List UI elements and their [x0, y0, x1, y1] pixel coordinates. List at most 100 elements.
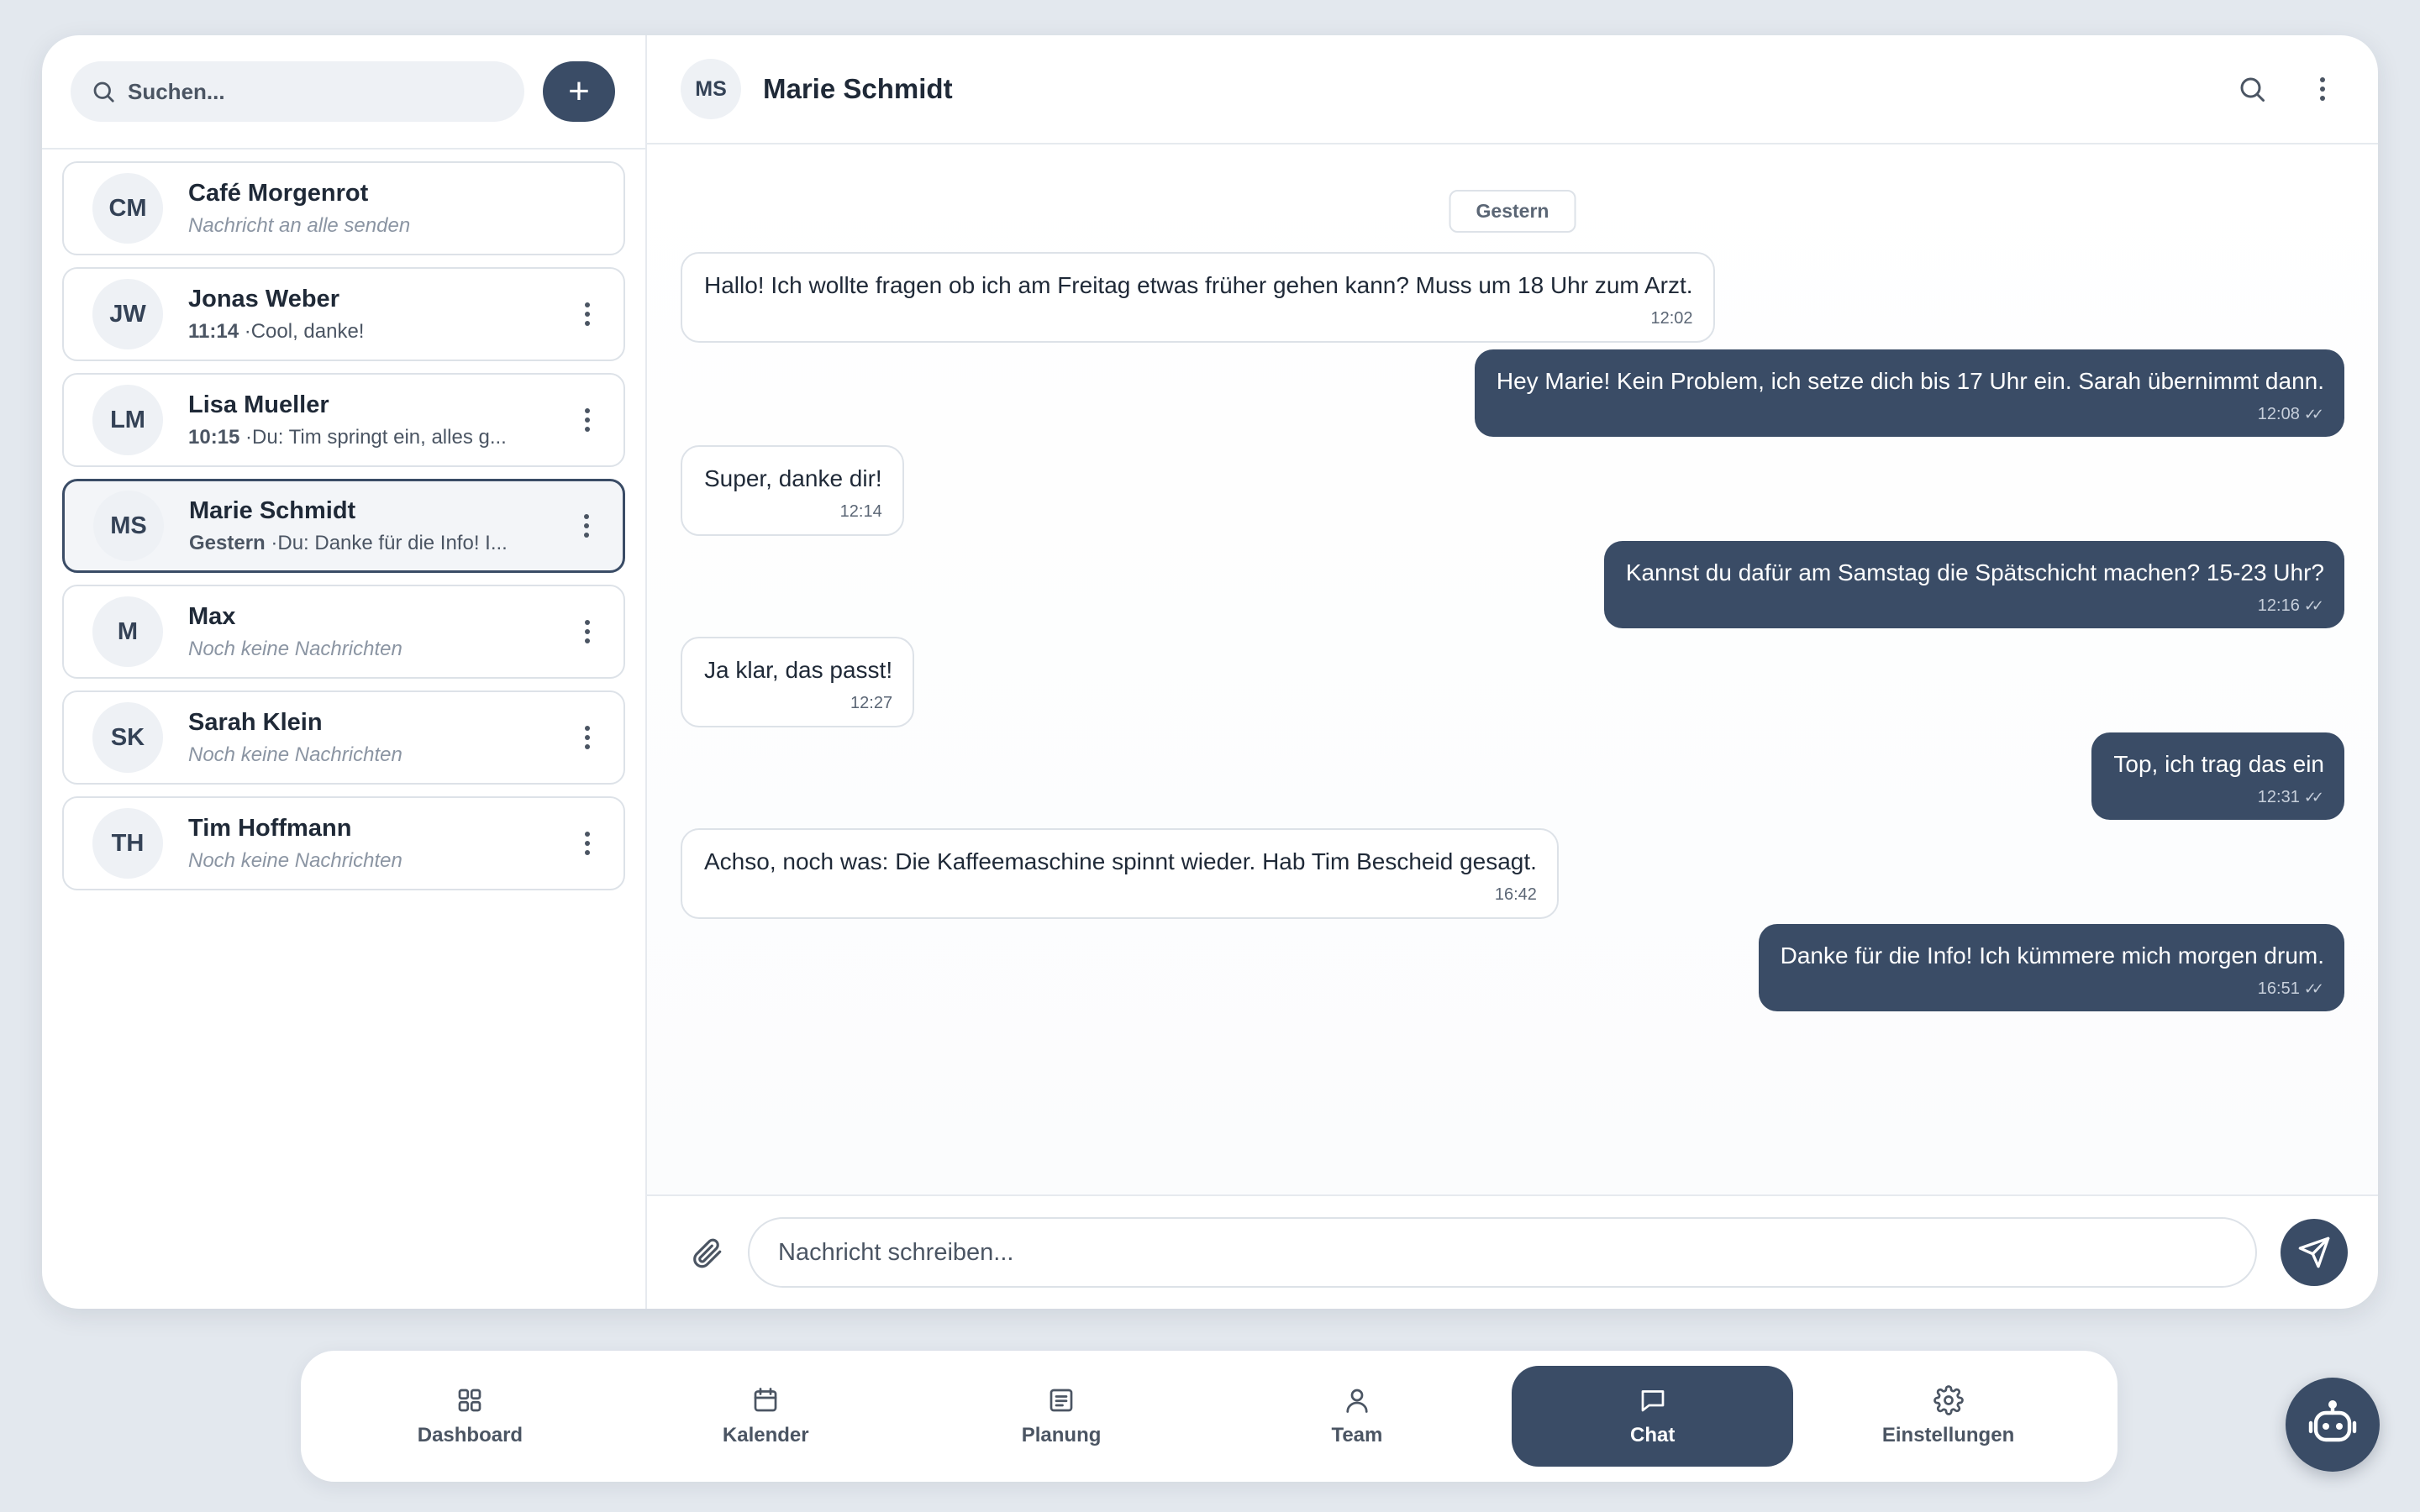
conversation-item[interactable]: M Max Noch keine Nachrichten: [62, 585, 625, 679]
conversation-text: Jonas Weber 11:14 ·Cool, danke!: [188, 286, 575, 344]
conversation-text: Max Noch keine Nachrichten: [188, 603, 575, 661]
conversation-name: Sarah Klein: [188, 708, 323, 736]
incoming-message: Achso, noch was: Die Kaffeemaschine spin…: [681, 828, 1559, 919]
nav-label: Planung: [1021, 1424, 1102, 1446]
user-icon: [1342, 1385, 1372, 1415]
chat-header: MS Marie Schmidt: [647, 35, 2378, 144]
chat-bubble-icon: [1638, 1385, 1668, 1415]
conversation-item[interactable]: JW Jonas Weber 11:14 ·Cool, danke!: [62, 267, 625, 361]
message-composer: [647, 1194, 2378, 1309]
grid-icon: [455, 1385, 485, 1415]
outgoing-message: Top, ich trag das ein 12:31: [2091, 732, 2344, 820]
message-area[interactable]: Gestern Hallo! Ich wollte fragen ob ich …: [647, 144, 2378, 1194]
conversation-menu-button[interactable]: [575, 302, 600, 326]
conversation-menu-button[interactable]: [575, 408, 600, 432]
conversation-preview: Gestern ·Du: Danke für die Info! I...: [189, 532, 542, 555]
paperclip-icon[interactable]: [689, 1235, 724, 1270]
gear-icon: [1933, 1385, 1964, 1415]
conversation-preview: 11:14 ·Cool, danke!: [188, 320, 541, 344]
bottom-navigation: Dashboard Kalender Planung Team Chat Einstell…: [301, 1351, 2118, 1482]
avatar: CM: [92, 173, 163, 244]
outgoing-message: Hey Marie! Kein Problem, ich setze dich …: [1474, 349, 2344, 437]
chat-menu-button[interactable]: [2304, 71, 2341, 108]
message-input[interactable]: [748, 1217, 2257, 1288]
conversation-preview: 10:15 ·Du: Tim springt ein, alles g...: [188, 426, 541, 449]
conversation-text: Marie Schmidt Gestern ·Du: Danke für die …: [189, 497, 574, 555]
conversation-name: Jonas Weber: [188, 285, 339, 312]
nav-item-chat[interactable]: Chat: [1512, 1366, 1794, 1467]
conversation-name: Café Morgenrot: [188, 179, 369, 207]
conversation-text: Café Morgenrot Nachricht an alle senden: [188, 180, 600, 238]
outgoing-message: Danke für die Info! Ich kümmere mich mor…: [1758, 924, 2344, 1011]
message-time: 12:08: [1497, 404, 2324, 425]
message-time: 12:16: [1626, 596, 2324, 617]
send-icon: [2297, 1236, 2331, 1269]
conversation-menu-button[interactable]: [575, 620, 600, 643]
more-vertical-icon: [2310, 77, 2335, 101]
outgoing-message: Kannst du dafür am Samstag die Spätschic…: [1603, 541, 2344, 628]
conversation-last-message: ·Cool, danke!: [239, 319, 365, 343]
incoming-message: Hallo! Ich wollte fragen ob ich am Freit…: [681, 252, 1715, 343]
nav-item-planung[interactable]: Planung: [921, 1366, 1202, 1467]
chat-panel: MS Marie Schmidt Gestern Hallo! Ich woll…: [647, 35, 2378, 1309]
search-input[interactable]: [128, 78, 504, 105]
conversation-time: Gestern: [189, 531, 266, 554]
date-separator: Gestern: [1449, 190, 1576, 233]
conversation-menu-button[interactable]: [574, 514, 599, 538]
plus-icon: +: [568, 71, 590, 112]
assistant-bot-button[interactable]: [2286, 1378, 2380, 1472]
avatar: M: [92, 596, 163, 667]
conversation-item[interactable]: MS Marie Schmidt Gestern ·Du: Danke für di…: [62, 479, 625, 573]
conversation-list: CM Café Morgenrot Nachricht an alle senden…: [42, 150, 645, 890]
search-messages-button[interactable]: [2233, 71, 2270, 108]
message-text: Ja klar, das passt!: [704, 657, 893, 683]
conversation-last-message: ·Du: Tim springt ein, alles g...: [239, 425, 507, 449]
message-time: 12:02: [1650, 309, 1693, 328]
sidebar-toolbar: +: [42, 35, 645, 150]
conversation-item[interactable]: LM Lisa Mueller 10:15 ·Du: Tim springt ein…: [62, 373, 625, 467]
conversation-preview: Noch keine Nachrichten: [188, 743, 402, 766]
message-text: Danke für die Info! Ich kümmere mich mor…: [1780, 942, 2324, 969]
conversation-preview: Noch keine Nachrichten: [188, 848, 402, 872]
nav-label: Kalender: [722, 1424, 809, 1446]
nav-item-team[interactable]: Team: [1216, 1366, 1497, 1467]
conversation-menu-button[interactable]: [575, 832, 600, 855]
search-icon: [2237, 74, 2267, 104]
nav-label: Team: [1331, 1424, 1383, 1446]
message-time: 16:42: [1494, 885, 1537, 904]
message-text: Hey Marie! Kein Problem, ich setze dich …: [1496, 368, 2324, 394]
message-text: Kannst du dafür am Samstag die Spätschic…: [1625, 559, 2324, 585]
message-time: 12:27: [850, 694, 893, 712]
conversation-name: Max: [188, 602, 236, 630]
message-text: Achso, noch was: Die Kaffeemaschine spin…: [704, 848, 1537, 874]
conversation-last-message: ·Du: Danke für die Info! I...: [265, 531, 508, 554]
conversation-preview: Noch keine Nachrichten: [188, 637, 402, 660]
message-text: Super, danke dir!: [704, 465, 882, 491]
message-time: 16:51: [1781, 979, 2324, 1000]
conversation-item[interactable]: SK Sarah Klein Noch keine Nachrichten: [62, 690, 625, 785]
conversation-item[interactable]: TH Tim Hoffmann Noch keine Nachrichten: [62, 796, 625, 890]
nav-item-dashboard[interactable]: Dashboard: [329, 1366, 611, 1467]
search-box[interactable]: [71, 61, 524, 122]
avatar: JW: [92, 279, 163, 349]
avatar: TH: [92, 808, 163, 879]
avatar: SK: [92, 702, 163, 773]
chat-avatar: MS: [681, 59, 741, 119]
message-time: 12:31: [2113, 787, 2324, 808]
add-conversation-button[interactable]: +: [543, 61, 615, 122]
search-icon: [91, 79, 116, 104]
nav-item-einstellungen[interactable]: Einstellungen: [1807, 1366, 2089, 1467]
calendar-icon: [750, 1385, 781, 1415]
conversation-text: Sarah Klein Noch keine Nachrichten: [188, 709, 575, 767]
conversation-name: Marie Schmidt: [189, 496, 356, 524]
nav-item-kalender[interactable]: Kalender: [625, 1366, 907, 1467]
document-icon: [1046, 1385, 1076, 1415]
message-text: Top, ich trag das ein: [2113, 751, 2324, 777]
conversation-name: Tim Hoffmann: [188, 814, 352, 842]
send-button[interactable]: [2281, 1219, 2348, 1286]
nav-label: Dashboard: [417, 1424, 523, 1446]
conversation-menu-button[interactable]: [575, 726, 600, 749]
conversation-item[interactable]: CM Café Morgenrot Nachricht an alle senden: [62, 161, 625, 255]
conversation-text: Tim Hoffmann Noch keine Nachrichten: [188, 815, 575, 873]
nav-label: Chat: [1630, 1424, 1676, 1446]
